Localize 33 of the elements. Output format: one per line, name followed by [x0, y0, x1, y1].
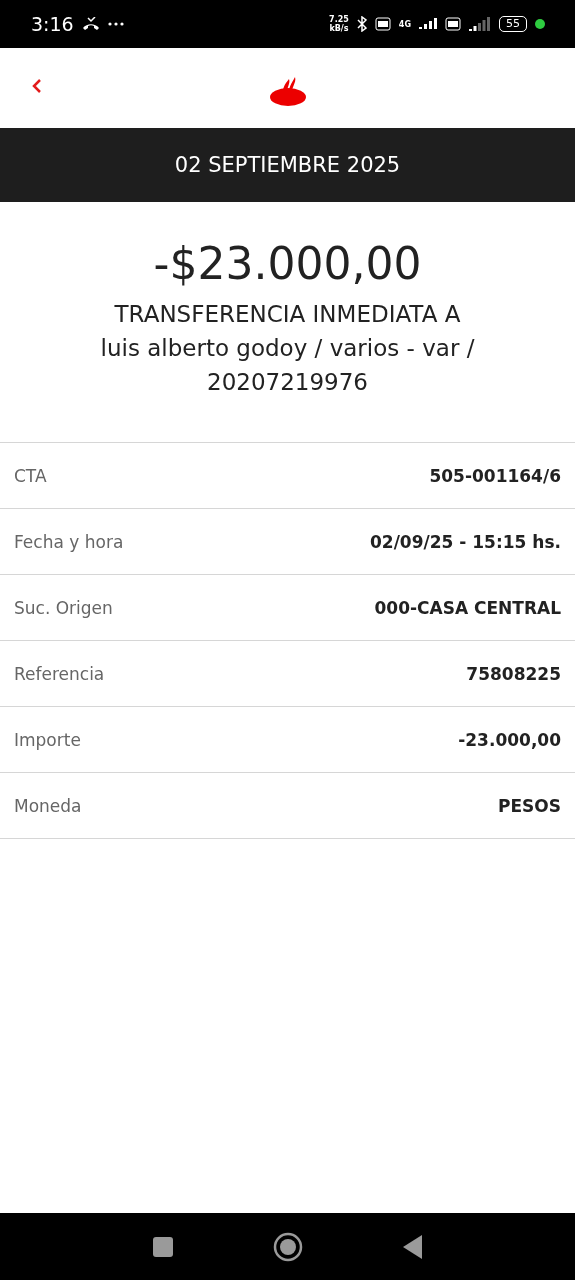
- network-type: 4G: [398, 19, 411, 29]
- description: TRANSFERENCIA INMEDIATA A: [114, 300, 461, 329]
- detail-value: 75808225: [466, 663, 561, 684]
- date-bar: 02 SEPTIEMBRE 2025: [0, 128, 575, 202]
- status-dot-icon: [535, 19, 545, 29]
- amount: -$23.000,00: [153, 238, 422, 289]
- description: 20207219976: [207, 368, 368, 397]
- back-icon: [32, 78, 42, 94]
- volte-icon: [445, 17, 461, 31]
- volte-icon: [374, 17, 391, 31]
- detail-label: Fecha y hora: [14, 531, 124, 552]
- detail-label: Suc. Origen: [14, 597, 113, 618]
- detail-label: Importe: [14, 729, 81, 750]
- detail-value: 000-CASA CENTRAL: [374, 597, 561, 618]
- back-nav-button[interactable]: [402, 1234, 423, 1259]
- bluetooth-icon: [356, 16, 367, 32]
- signal-icon: [469, 17, 491, 31]
- clock: 3:16: [31, 13, 74, 35]
- description: luis alberto godoy / varios - var /: [100, 334, 475, 363]
- detail-value: -23.000,00: [458, 729, 561, 750]
- missed-call-icon: [81, 17, 100, 31]
- network-speed: 7.25 kB/s: [329, 15, 349, 33]
- detail-label: CTA: [14, 465, 47, 486]
- detail-value: 505-001164/6: [429, 465, 561, 486]
- home-button[interactable]: [272, 1231, 303, 1262]
- detail-value: PESOS: [498, 795, 561, 816]
- detail-label: Referencia: [14, 663, 105, 684]
- more-icon: [107, 22, 124, 26]
- signal-icon: [419, 17, 437, 31]
- recents-button[interactable]: [152, 1236, 173, 1257]
- battery-level: 55: [499, 16, 527, 32]
- detail-label: Moneda: [14, 795, 82, 816]
- detail-value: 02/09/25 - 15:15 hs.: [370, 531, 561, 552]
